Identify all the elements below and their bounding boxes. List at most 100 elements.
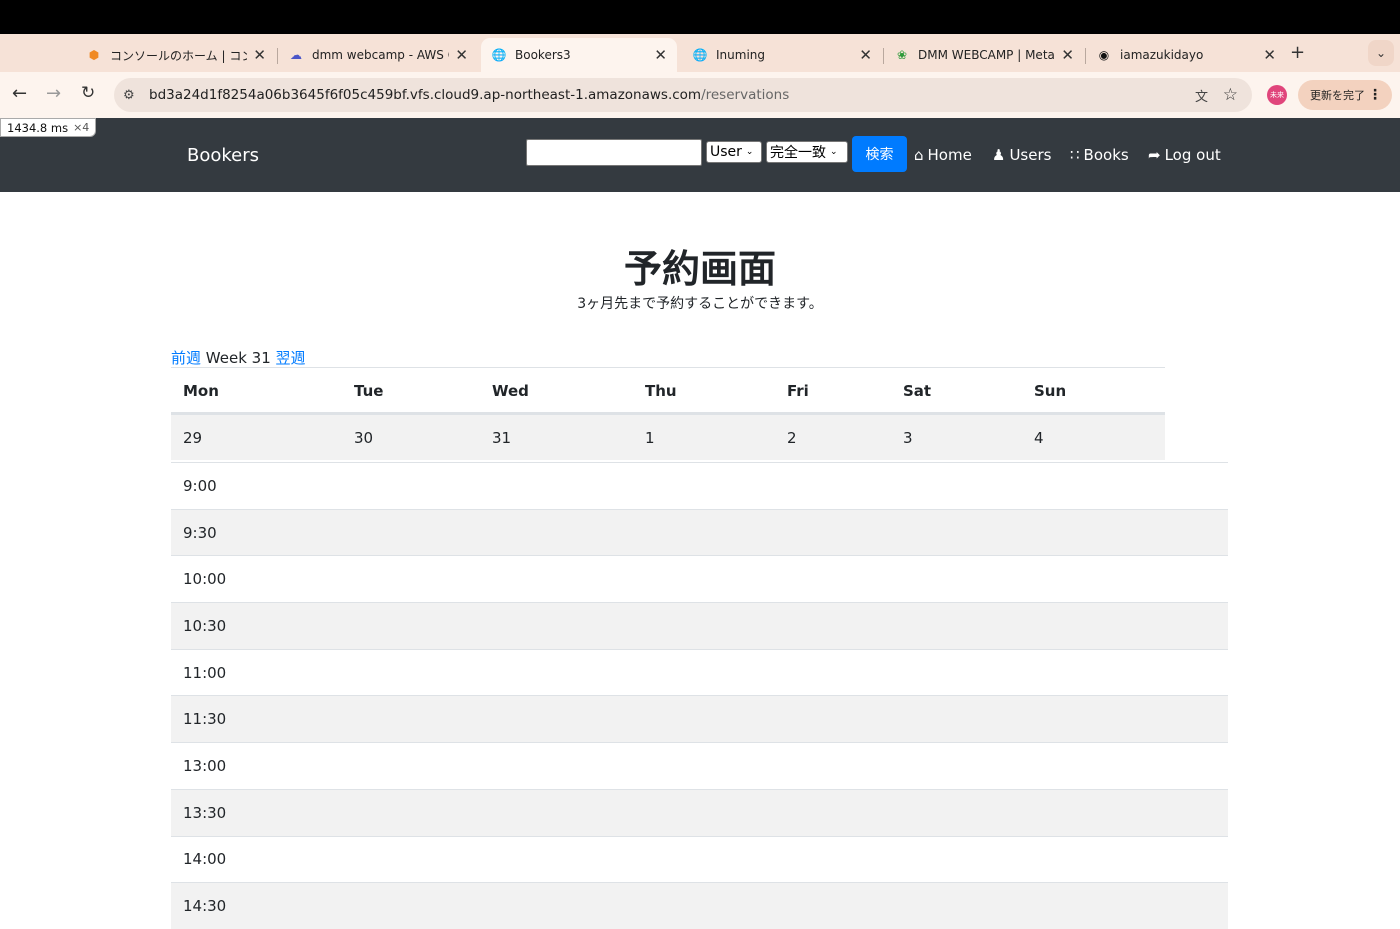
update-button[interactable]: 更新を完了 ⋮ [1298,80,1392,110]
tab-title: iamazukidayo [1120,48,1204,62]
profile-label: 未来 [1270,91,1284,99]
nav-users-link[interactable]: ♟ Users [992,146,1051,164]
nav-logout-label: Log out [1164,146,1221,164]
tab-title: Inuming [716,48,765,62]
time-label: 10:00 [183,570,227,589]
new-tab-button[interactable]: + [1290,42,1305,63]
forward-icon[interactable]: → [46,83,61,104]
browser-tab[interactable]: ❀ DMM WEBCAMP | MetaL ✕ [884,38,1084,72]
time-label: 14:30 [183,897,227,916]
tab-title: コンソールのホーム | コンソ [110,48,248,63]
time-label: 10:30 [183,616,227,635]
time-label: 11:30 [183,710,227,729]
home-icon: ⌂ [914,146,924,164]
date-cell: 30 [354,429,374,447]
prev-week-link[interactable]: 前週 [171,349,201,367]
close-tab-icon[interactable]: ✕ [859,46,872,64]
time-label: 11:00 [183,663,227,682]
next-week-link[interactable]: 翌週 [276,349,306,367]
browser-tab-active[interactable]: 🌐 Bookers3 ✕ [481,38,677,72]
weekday-header: Sat [903,382,932,400]
weekday-header: Sun [1034,382,1067,400]
users-icon: ♟ [992,146,1006,164]
reload-icon[interactable]: ↻ [81,83,95,103]
nav-logout-link[interactable]: ➦ Log out [1148,146,1221,164]
nav-books-label: Books [1083,146,1129,164]
time-label: 9:30 [183,523,217,542]
nav-home-label: Home [927,146,972,164]
search-input[interactable] [526,139,702,166]
os-top-bar [0,0,1400,34]
book-icon: ∷ [1070,146,1080,164]
date-cell: 29 [183,429,203,447]
update-label: 更新を完了 [1310,89,1365,102]
time-label: 13:30 [183,803,227,822]
time-label: 13:00 [183,756,227,775]
perf-multiplier: ×4 [73,121,90,134]
nav-home-link[interactable]: ⌂ Home [914,146,972,164]
nav-books-link[interactable]: ∷ Books [1070,146,1129,164]
date-cell: 1 [645,429,655,447]
address-bar-row: ← → ↻ ⚙ bd3a24d1f8254a06b3645f6f05c459bf… [0,72,1400,118]
browser-tab[interactable]: ◉ iamazukidayo ✕ [1086,38,1286,72]
perf-time: 1434.8 ms [7,120,69,135]
tab-strip: ⬢ コンソールのホーム | コンソ ✕ ☁ dmm webcamp - AWS … [0,34,1400,72]
model-select[interactable]: User ⌄ [706,141,762,163]
tab-title: Bookers3 [515,48,571,62]
close-tab-icon[interactable]: ✕ [654,46,667,64]
url-bar[interactable]: ⚙ bd3a24d1f8254a06b3645f6f05c459bf.vfs.c… [114,78,1252,112]
time-slot-row: 13:30 [171,788,1228,836]
tab-title: DMM WEBCAMP | MetaL [918,48,1056,62]
time-slot-row: 10:30 [171,602,1228,649]
date-row: 29 30 31 1 2 3 4 [171,414,1165,460]
search-button[interactable]: 検索 [852,136,907,172]
match-select[interactable]: 完全一致 ⌄ [766,141,848,163]
time-slot-row: 9:00 [171,462,1228,509]
browser-tab[interactable]: ☁ dmm webcamp - AWS Cl ✕ [278,38,478,72]
performance-badge: 1434.8 ms ×4 [0,118,97,137]
weekday-header: Thu [645,382,677,400]
close-tab-icon[interactable]: ✕ [1061,46,1074,64]
translate-icon[interactable]: 文 [1195,86,1208,105]
time-slot-row: 13:00 [171,742,1228,789]
close-tab-icon[interactable]: ✕ [1263,46,1276,64]
url-host: bd3a24d1f8254a06b3645f6f05c459bf.vfs.clo… [149,87,702,103]
leaf-icon: ❀ [896,48,908,62]
time-slot-row: 14:30 [171,882,1228,929]
tab-search-chevron-icon[interactable]: ⌄ [1368,40,1394,66]
github-icon: ◉ [1098,48,1110,62]
time-slot-row: 9:30 [171,508,1228,556]
weekday-header: Tue [354,382,384,400]
close-tab-icon[interactable]: ✕ [455,46,468,64]
more-menu-icon[interactable]: ⋮ [1368,87,1382,103]
globe-icon: 🌐 [491,48,507,62]
page-title: 予約画面 [623,247,776,291]
url-path: /reservations [701,87,790,103]
url-text[interactable]: bd3a24d1f8254a06b3645f6f05c459bf.vfs.clo… [149,87,789,103]
site-settings-icon[interactable]: ⚙ [123,88,139,103]
globe-icon: 🌐 [692,48,708,62]
back-icon[interactable]: ← [12,83,27,104]
date-cell: 4 [1034,429,1044,447]
profile-avatar[interactable]: 未来 [1267,85,1287,105]
week-navigation: 前週 Week 31 翌週 [171,347,306,368]
app-navbar: Bookers User ⌄ 完全一致 ⌄ 検索 ⌂ Home ♟ Users ∷ Boo… [0,118,1400,192]
browser-tab[interactable]: 🌐 Inuming ✕ [682,38,882,72]
browser-tab[interactable]: ⬢ コンソールのホーム | コンソ ✕ [76,38,276,72]
nav-users-label: Users [1009,146,1052,164]
date-cell: 31 [492,429,512,447]
brand-link[interactable]: Bookers [187,145,259,166]
match-select-value: 完全一致 [770,145,826,161]
weekday-header-row: Mon Tue Wed Thu Fri Sat Sun [171,367,1165,414]
aws-cube-icon: ⬢ [88,48,100,62]
logout-icon: ➦ [1148,146,1161,164]
date-cell: 2 [787,429,797,447]
week-label: Week 31 [205,349,271,367]
time-slot-row: 10:00 [171,555,1228,602]
time-slot-row: 11:00 [171,648,1228,696]
time-slot-row: 11:30 [171,695,1228,743]
chevron-down-icon: ⌄ [745,147,754,157]
bookmark-star-icon[interactable]: ☆ [1223,85,1238,105]
time-label: 9:00 [183,476,217,495]
close-tab-icon[interactable]: ✕ [253,46,266,64]
